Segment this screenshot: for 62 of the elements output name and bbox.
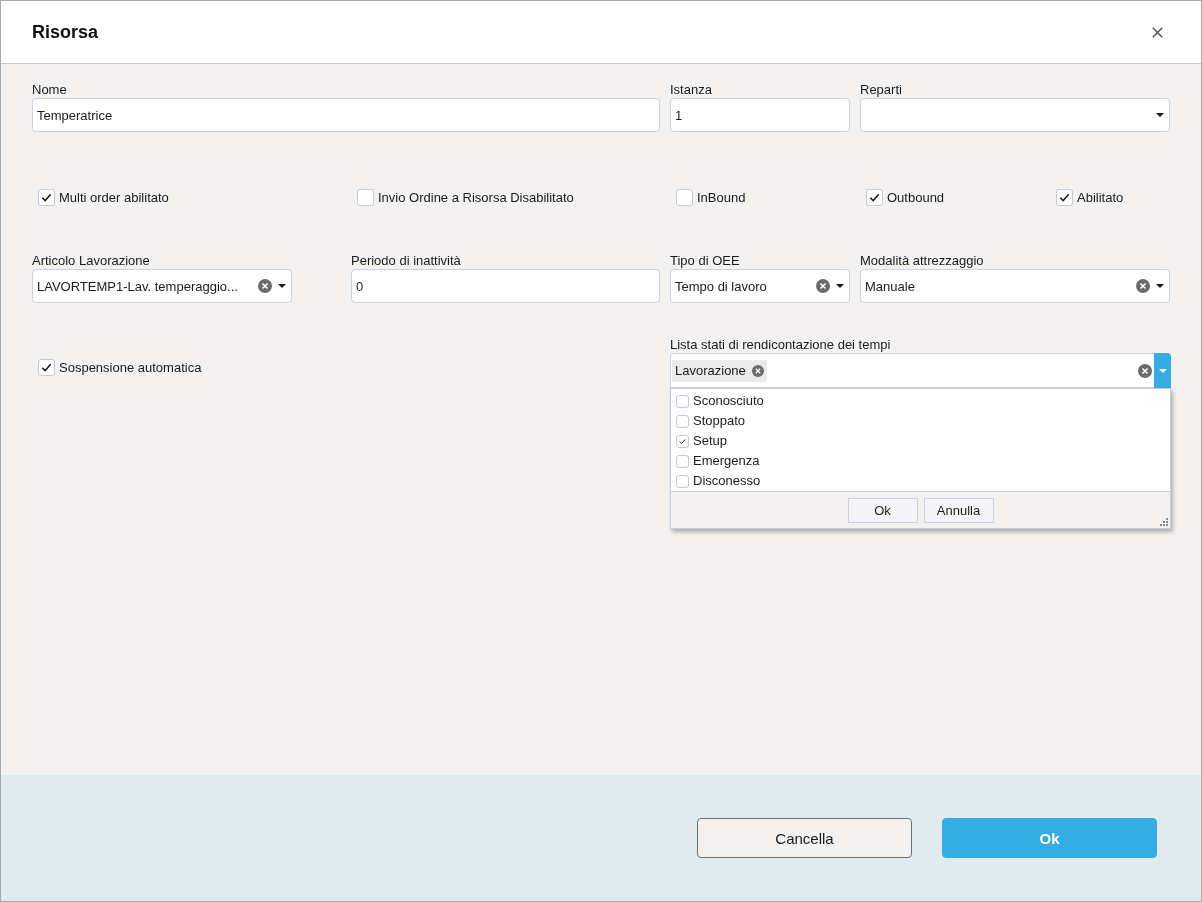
checkbox[interactable] bbox=[676, 474, 689, 488]
dialog-title: Risorsa bbox=[32, 21, 99, 43]
checkbox[interactable] bbox=[676, 394, 689, 408]
clear-icon[interactable] bbox=[258, 279, 272, 293]
checkbox-label: Abilitato bbox=[1077, 189, 1124, 206]
checkbox-label: Invio Ordine a Risorsa Disabilitato bbox=[378, 189, 574, 206]
text-field[interactable]: 1 bbox=[670, 98, 850, 132]
option-label[interactable]: Sconosciuto bbox=[693, 393, 764, 409]
caret-icon bbox=[836, 284, 844, 288]
checkbox[interactable] bbox=[1056, 189, 1073, 206]
caret-icon bbox=[278, 284, 286, 288]
option-label[interactable]: Disconesso bbox=[693, 473, 761, 489]
cancel-button[interactable]: Cancella bbox=[697, 818, 912, 858]
checkbox-label: InBound bbox=[697, 189, 746, 206]
panel-button[interactable]: Annulla bbox=[923, 497, 994, 523]
option-label[interactable]: Setup bbox=[693, 433, 727, 449]
field-label: Reparti bbox=[860, 82, 902, 98]
field-label: Lista stati di rendicontazione dei tempi bbox=[670, 337, 891, 353]
close-icon bbox=[1152, 26, 1163, 38]
checkbox[interactable] bbox=[38, 359, 55, 376]
checkbox[interactable] bbox=[357, 189, 374, 206]
close-button[interactable] bbox=[1152, 26, 1163, 38]
caret-icon bbox=[1156, 284, 1164, 288]
clear-icon[interactable] bbox=[816, 279, 830, 293]
clear-icon[interactable] bbox=[1136, 279, 1150, 293]
checkbox-label: Sospensione automatica bbox=[59, 359, 202, 376]
text-field[interactable]: 0 bbox=[351, 269, 660, 303]
option-label[interactable]: Stoppato bbox=[693, 413, 746, 429]
text-field[interactable]: Temperatrice bbox=[32, 98, 660, 132]
dropdown-toggle-button[interactable] bbox=[1154, 353, 1171, 388]
multi-select-field[interactable]: Lavorazione bbox=[670, 353, 1171, 388]
check-icon bbox=[679, 437, 686, 445]
caret-icon bbox=[1156, 113, 1164, 117]
checkbox[interactable] bbox=[38, 189, 55, 206]
select-field[interactable] bbox=[860, 98, 1170, 132]
caret-icon bbox=[1158, 368, 1167, 373]
tag-chip: Lavorazione bbox=[672, 359, 767, 382]
checkbox[interactable] bbox=[676, 189, 693, 206]
option-label[interactable]: Emergenza bbox=[693, 453, 760, 469]
field-label: Articolo Lavorazione bbox=[32, 253, 150, 269]
field-label: Periodo di inattività bbox=[351, 253, 461, 269]
panel-button[interactable]: Ok bbox=[847, 497, 918, 523]
checkbox[interactable] bbox=[676, 454, 689, 468]
field-label: Tipo di OEE bbox=[670, 253, 740, 269]
clear-icon[interactable] bbox=[1138, 363, 1152, 378]
select-field[interactable]: Manuale bbox=[860, 269, 1170, 303]
field-label: Istanza bbox=[670, 82, 712, 98]
checkbox[interactable] bbox=[866, 189, 883, 206]
checkbox-label: Outbound bbox=[887, 189, 945, 206]
check-icon bbox=[869, 192, 880, 203]
resize-grip-icon[interactable] bbox=[1160, 518, 1168, 526]
field-label: Nome bbox=[32, 82, 67, 98]
field-label: Modalità attrezzaggio bbox=[860, 253, 984, 269]
checkbox[interactable] bbox=[676, 414, 689, 428]
clear-icon[interactable] bbox=[751, 364, 764, 377]
select-field[interactable]: LAVORTEMP1-Lav. temperaggio... bbox=[32, 269, 292, 303]
check-icon bbox=[1059, 192, 1070, 203]
checkbox[interactable] bbox=[676, 434, 689, 448]
checkbox-label: Multi order abilitato bbox=[59, 189, 169, 206]
check-icon bbox=[41, 362, 52, 373]
select-field[interactable]: Tempo di lavoro bbox=[670, 269, 850, 303]
check-icon bbox=[41, 192, 52, 203]
